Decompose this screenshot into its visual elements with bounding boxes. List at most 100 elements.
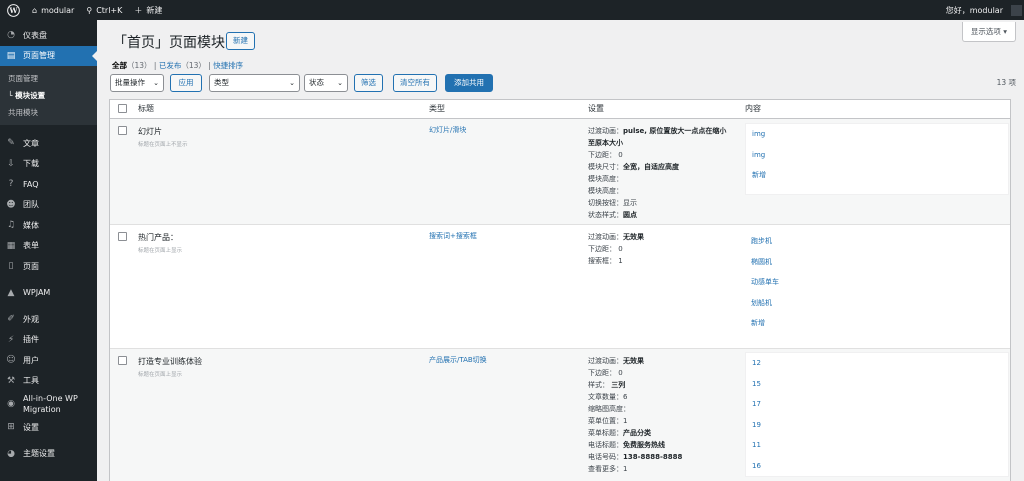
table-header: 标题 类型 设置 内容 [110,100,1010,119]
user-account-menu[interactable]: 您好，modular [940,0,1024,20]
modules-table: 标题 类型 设置 内容 幻灯片 标题在页面上不显示 幻灯片/滑块 过渡动画：pu… [109,99,1011,481]
content-item-link[interactable]: img [746,124,1008,145]
setting-line: 菜单位置：1 [588,417,628,425]
row-checkbox[interactable] [118,126,127,135]
setting-line: 模块高度： [588,187,623,195]
sidebar-item-media[interactable]: ♫ 媒体 [0,215,97,236]
sidebar-item-team[interactable]: ☻ 团队 [0,195,97,216]
content-item-link[interactable]: 11 [746,435,1008,456]
new-module-button[interactable]: 新建 [226,32,255,50]
table-row: 打造专业训练体验 标题在页面上显示 产品展示/TAB切换 过渡动画：无效果 下边距… [110,349,1010,481]
pin-icon: ✎ [7,138,15,149]
row-type-link[interactable]: 搜索词+搜索框 [429,231,477,241]
page-title: 「首页」页面模块 [113,35,225,51]
page-icon: ▯ [8,261,14,272]
row-title[interactable]: 打造专业训练体验 [138,356,202,367]
setting-line: 查看更多：1 [588,465,628,473]
setting-line: 过渡动画：无效果 [588,357,644,365]
submenu-page-manage[interactable]: 页面管理 [0,70,97,87]
status-select[interactable]: 状态 ⌄ [304,74,348,92]
row-content: 跑步机 椭圆机 动感单车 划船机 新增 [745,231,1009,334]
setting-line: 模块高度： [588,175,623,183]
view-published[interactable]: 已发布 [159,61,182,70]
new-content-menu[interactable]: ＋新建 [128,0,168,20]
sidebar-item-migration[interactable]: ◉ All-in-One WP Migration [0,391,97,417]
row-title[interactable]: 幻灯片 [138,126,162,137]
sidebar-item-tools[interactable]: ⚒ 工具 [0,371,97,392]
setting-line: 菜单标题：产品分类 [588,429,651,437]
screen-options-button[interactable]: 显示选项 ▾ [961,22,1016,42]
sidebar-item-users[interactable]: ☺ 用户 [0,350,97,371]
row-settings: 过渡动画：无效果 下边距： 0 搜索框： 1 [588,231,733,267]
content-item-link[interactable]: 17 [746,394,1008,415]
chevron-down-icon: ⌄ [289,79,295,87]
clear-all-button[interactable]: 清空所有 [393,74,437,92]
svg-text:W: W [8,6,18,15]
content-item-link[interactable]: 19 [746,415,1008,436]
row-note: 标题在页面上显示 [138,372,183,378]
sidebar-item-faq[interactable]: ? FAQ [0,174,97,195]
row-note: 标题在页面上不显示 [138,142,188,148]
submenu-module-settings[interactable]: └ 模块设置 [0,87,97,104]
content-item-link[interactable]: 16 [746,456,1008,477]
wrench-icon: ⚒ [6,375,16,386]
sidebar-item-appearance[interactable]: ✐ 外观 [0,309,97,330]
content-item-link[interactable]: 跑步机 [745,231,1009,252]
content-item-link[interactable]: 15 [746,374,1008,395]
column-title[interactable]: 标题 [138,100,154,118]
content-item-link[interactable]: 椭圆机 [745,252,1009,273]
content-item-link[interactable]: 动感单车 [745,272,1009,293]
sidebar-item-theme-settings[interactable]: ◕ 主题设置 [0,444,97,465]
content-item-link[interactable]: 新增 [745,313,1009,334]
row-type-link[interactable]: 幻灯片/滑块 [429,125,466,135]
avatar [1011,4,1022,16]
setting-line: 下边距： 0 [588,245,623,253]
home-icon: ⌂ [32,5,38,15]
bulk-actions-select[interactable]: 批量操作 ⌄ [110,74,164,92]
sidebar-item-downloads[interactable]: ⇩ 下载 [0,154,97,175]
setting-line: 搜索框： 1 [588,257,623,265]
content-item-link[interactable]: 划船机 [745,293,1009,314]
setting-line: 下边距： 0 [588,151,623,159]
view-quick-sort[interactable]: 快捷排序 [213,61,243,70]
main-content: 显示选项 ▾ 「首页」页面模块 新建 全部（13） | 已发布（13） | 快捷… [97,20,1024,481]
sidebar-item-page-manage[interactable]: ▤ 页面管理 [0,45,97,66]
row-checkbox[interactable] [118,356,127,365]
view-filters: 全部（13） | 已发布（13） | 快捷排序 [112,61,244,70]
sidebar-item-forms[interactable]: ▦ 表单 [0,236,97,257]
apply-button[interactable]: 应用 [170,74,202,92]
command-search[interactable]: ⚲ Ctrl+K [80,0,128,20]
content-item-link[interactable]: 12 [746,353,1008,374]
sidebar-item-dashboard[interactable]: ◔ 仪表盘 [0,25,97,46]
setting-line: 下边距： 0 [588,369,623,377]
content-item-link[interactable]: img [746,145,1008,166]
table-row: 热门产品： 标题在页面上显示 搜索词+搜索框 过渡动画：无效果 下边距： 0 搜索框… [110,225,1010,349]
setting-line: 过渡动画：无效果 [588,233,644,241]
type-select[interactable]: 类型 ⌄ [209,74,300,92]
row-content: 12 15 17 19 11 16 [745,352,1009,477]
sidebar-item-settings[interactable]: ⊞ 设置 [0,417,97,438]
item-count: 13 项 [996,78,1016,87]
plugin-icon: ⚡ [7,334,15,345]
page-manage-icon: ▤ [6,50,16,61]
sidebar-item-pages[interactable]: ▯ 页面 [0,256,97,277]
row-type-link[interactable]: 产品展示/TAB切换 [429,355,487,365]
sidebar-item-posts[interactable]: ✎ 文章 [0,133,97,154]
question-icon: ? [8,179,14,190]
admin-sidebar: ◔ 仪表盘 ▤ 页面管理 页面管理 └ 模块设置 共用模块 ✎ 文章 ⇩ 下载 ? FAQ… [0,20,97,481]
setting-line: 状态样式：圆点 [588,211,637,219]
column-type: 类型 [429,104,445,113]
submenu-shared-modules[interactable]: 共用模块 [0,104,97,121]
content-item-link[interactable]: 新增 [746,165,1008,186]
sidebar-item-wpjam[interactable]: ▲ WPJAM [0,283,97,304]
row-checkbox[interactable] [118,232,127,241]
select-all-checkbox[interactable] [118,104,127,113]
add-shared-button[interactable]: 添加共用 [445,74,493,92]
sidebar-item-plugins[interactable]: ⚡ 插件 [0,330,97,351]
row-title[interactable]: 热门产品： [138,232,178,243]
site-home-link[interactable]: ⌂ modular [26,0,80,20]
admin-bar: W ⌂ modular ⚲ Ctrl+K ＋新建 您好，modular [0,0,1024,20]
filter-button[interactable]: 筛选 [354,74,383,92]
wordpress-logo-icon[interactable]: W [0,0,26,20]
view-all[interactable]: 全部 [112,61,127,70]
